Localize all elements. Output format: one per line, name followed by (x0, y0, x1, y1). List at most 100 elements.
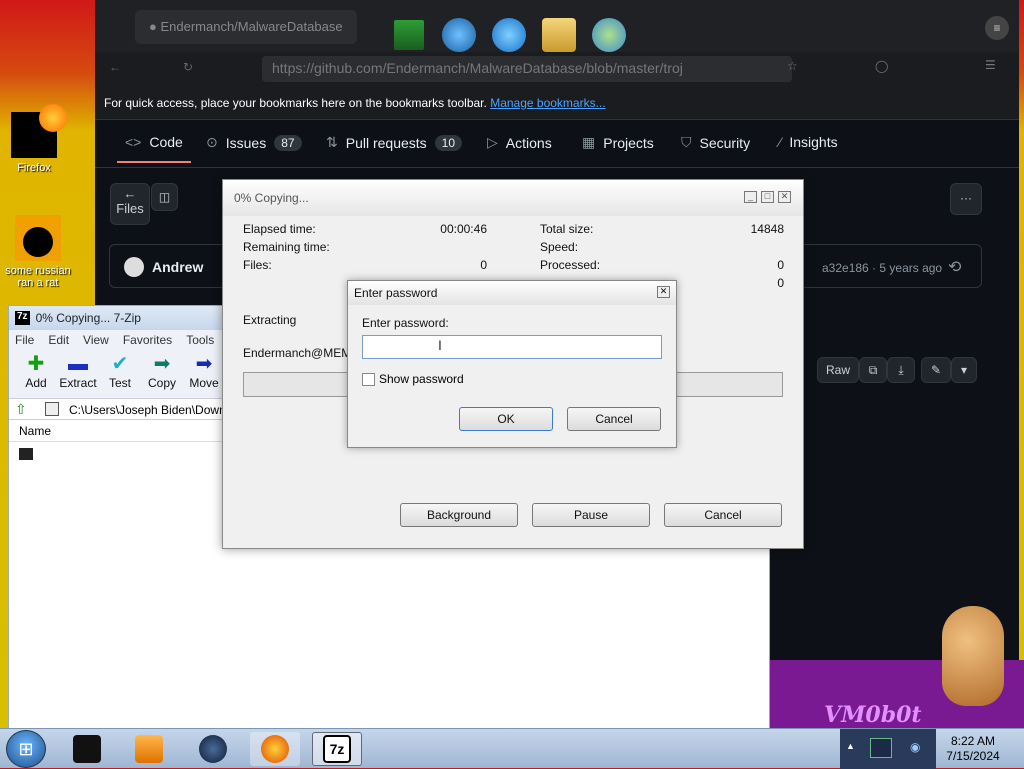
more-options-button[interactable]: ··· (950, 183, 982, 215)
total-size-value: 14848 (750, 222, 784, 236)
kebab-icon: ··· (960, 191, 972, 205)
menu-icon[interactable]: ☰ (985, 58, 996, 72)
close-icon[interactable]: ✕ (657, 286, 670, 298)
files-button[interactable]: ← Files (110, 183, 150, 225)
tab-issues[interactable]: ⊙ Issues 87 (206, 134, 302, 151)
copy-raw-button[interactable]: ⧉ (859, 357, 887, 383)
folder-icon[interactable] (542, 18, 576, 52)
taskbar-app-7zip[interactable]: 7z (312, 732, 362, 766)
menu-edit[interactable]: Edit (48, 333, 69, 347)
taskbar-app-media[interactable] (124, 732, 174, 766)
tab-code[interactable]: <> Code (117, 134, 191, 163)
code-icon: <> (125, 134, 142, 150)
sidebar-toggle-button[interactable]: ◫ (151, 183, 178, 211)
desktop-icon-firefox[interactable]: Firefox (0, 104, 74, 174)
volume-icon[interactable]: ◉ (910, 740, 920, 754)
manage-bookmarks-link[interactable]: Manage bookmarks... (490, 96, 605, 110)
rar-archive-icon[interactable] (392, 18, 426, 52)
test-button[interactable]: ✔ Test (99, 352, 141, 396)
commit-author[interactable]: Andrew (152, 259, 203, 275)
plus-icon: ✚ (27, 353, 45, 375)
repo-nav: <> Code ⊙ Issues 87 ⇅ Pull requests 10 ▷… (95, 120, 1019, 168)
tool-label: Copy (147, 376, 176, 390)
users-icon[interactable] (592, 18, 626, 52)
remaining-label: Remaining time: (243, 240, 330, 254)
back-icon[interactable]: ← (109, 60, 121, 74)
clock[interactable]: 8:22 AM 7/15/2024 (938, 734, 1008, 764)
maximize-icon[interactable]: □ (761, 191, 774, 203)
desktop-icon-label: some russian ran a rat (5, 265, 71, 289)
desktop-icon-russian-rat[interactable]: some russian ran a rat (0, 215, 78, 289)
play-icon: ▷ (487, 134, 498, 150)
pause-button[interactable]: Pause (532, 503, 650, 527)
checkbox-label: Show password (379, 372, 464, 386)
github-icon: ● (149, 19, 161, 34)
reload-icon[interactable]: ↻ (183, 60, 193, 74)
speed-label: Speed: (540, 240, 579, 254)
password-input[interactable] (362, 335, 662, 359)
tab-label: Security (699, 134, 751, 151)
menu-view[interactable]: View (83, 333, 109, 347)
start-button[interactable]: ⊞ (6, 730, 46, 768)
button-label: OK (497, 412, 515, 426)
network-icon[interactable] (870, 738, 892, 758)
url-input[interactable]: https://github.com/Endermanch/MalwareDat… (262, 56, 792, 82)
taskbar-app-globe[interactable] (188, 732, 238, 766)
raw-button[interactable]: Raw (817, 357, 859, 383)
extract-button[interactable]: ▬ Extract (57, 352, 99, 396)
tab-security[interactable]: ⛉ Security (681, 134, 750, 151)
tool-label: Extract (59, 376, 97, 390)
show-password-checkbox[interactable]: Show password (362, 372, 464, 386)
7zip-icon: 7z (323, 735, 351, 763)
menu-tools[interactable]: Tools (186, 333, 214, 347)
current-file: Endermanch@MEMZ. (243, 346, 362, 360)
download-icon: ⤓ (898, 363, 904, 377)
checkbox-box (362, 372, 375, 386)
processed-label: Processed: (540, 258, 601, 272)
background-button[interactable]: Background (400, 503, 518, 527)
browser-tab[interactable]: ● Endermanch/MalwareDatabase (135, 10, 357, 44)
taskbar-app-terminal[interactable] (62, 732, 112, 766)
menu-file[interactable]: File (15, 333, 34, 347)
elapsed-label: Elapsed time: (243, 222, 316, 236)
tab-projects[interactable]: ▦ Projects (582, 134, 654, 151)
ie-file-icon (15, 215, 61, 261)
edit-dropdown-button[interactable]: ▾ (951, 357, 977, 383)
ok-button[interactable]: OK (459, 407, 553, 431)
extensions-icon[interactable]: ≡ (985, 16, 1009, 40)
download-button[interactable]: ⤓ (887, 357, 915, 383)
move-button[interactable]: ➡ Move (183, 352, 225, 396)
add-button[interactable]: ✚ Add (15, 352, 57, 396)
password-dialog-titlebar: Enter password ✕ (348, 281, 676, 305)
tab-insights[interactable]: ⁄ Insights (779, 134, 838, 150)
path-input[interactable]: C:\Users\Joseph Biden\Down (69, 403, 226, 417)
taskbar-app-firefox[interactable] (250, 732, 300, 766)
internet-explorer-icon[interactable] (492, 18, 526, 52)
button-label: Cancel (595, 412, 633, 426)
edit-button[interactable]: ✎ (921, 357, 951, 383)
close-icon[interactable]: ✕ (778, 191, 791, 203)
cancel-copy-button[interactable]: Cancel (664, 503, 782, 527)
cancel-password-button[interactable]: Cancel (567, 407, 661, 431)
minimize-icon[interactable]: _ (744, 191, 757, 203)
file-icon[interactable] (19, 448, 33, 460)
menu-favorites[interactable]: Favorites (123, 333, 172, 347)
tab-label: Insights (789, 134, 838, 150)
count-badge: 87 (274, 134, 302, 151)
tab-pull-requests[interactable]: ⇅ Pull requests 10 (326, 134, 463, 151)
7zip-icon: 7z (15, 311, 30, 325)
tab-label: Projects (603, 134, 654, 151)
tab-actions[interactable]: ▷ Actions (487, 134, 552, 151)
folder-up-icon[interactable]: ⇧ (15, 401, 27, 418)
globe-download-icon[interactable] (442, 18, 476, 52)
firefox-icon (261, 735, 289, 763)
pencil-icon: ✎ (930, 363, 942, 377)
copy-button[interactable]: ➡ Copy (141, 352, 183, 396)
commit-info[interactable]: a32e186 · 5 years ago (822, 261, 942, 275)
account-icon[interactable]: ◯ (875, 59, 888, 73)
taskbar: ⊞ 7z ▲ ◉ 8:22 AM 7/15/2024 (0, 728, 1024, 769)
tray-expand-icon[interactable]: ▲ (846, 741, 855, 751)
history-icon[interactable]: ⟲ (948, 257, 961, 277)
elapsed-value: 00:00:46 (440, 222, 487, 236)
bookmark-star-icon[interactable]: ☆ (787, 59, 798, 73)
